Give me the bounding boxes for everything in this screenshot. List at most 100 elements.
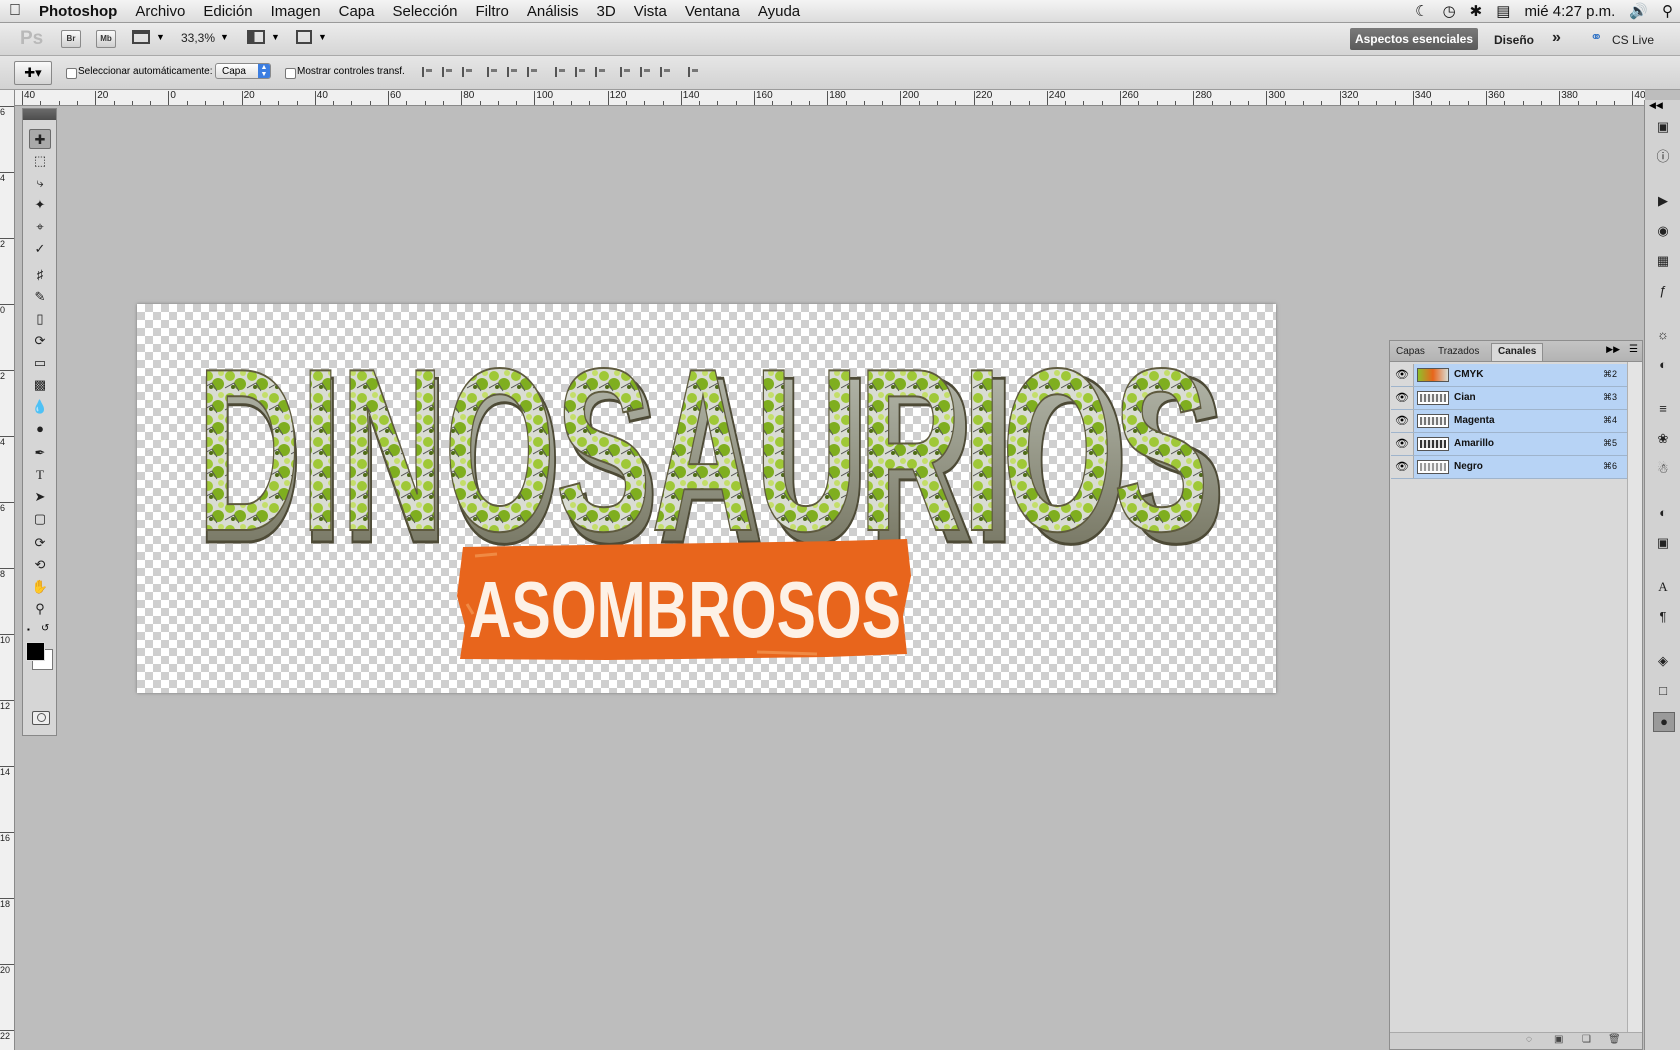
mini-bridge-button[interactable]: Mb	[96, 30, 116, 48]
menu-ayuda[interactable]: Ayuda	[749, 3, 809, 20]
align-left-icon[interactable]	[487, 67, 499, 77]
screen-mode-chevron-down-icon[interactable]: ▼	[318, 32, 327, 42]
channel-row-cmyk[interactable]: 👁 CMYK ⌘2	[1391, 364, 1627, 387]
tab-capas[interactable]: Capas	[1390, 344, 1431, 361]
new-channel-icon[interactable]: ❏	[1582, 1034, 1591, 1045]
zoom-tool-icon[interactable]: ⚲	[29, 599, 51, 619]
channel-row-negro[interactable]: 👁 Negro ⌘6	[1391, 456, 1627, 479]
menu-vista[interactable]: Vista	[625, 3, 676, 20]
path-selection-tool-icon[interactable]: ➤	[29, 487, 51, 507]
default-colors-icon[interactable]: ▪	[27, 625, 30, 634]
panel-menu-icon[interactable]: ☰	[1629, 344, 1638, 355]
panel-expand-icon[interactable]: ▶▶	[1606, 344, 1620, 355]
bluetooth-icon[interactable]: ✱	[1463, 2, 1490, 20]
visibility-eye-icon[interactable]: 👁	[1391, 410, 1414, 432]
visibility-eye-icon[interactable]: 👁	[1391, 433, 1414, 455]
distribute-top-icon[interactable]	[555, 67, 567, 77]
collapse-dock-icon[interactable]: ◀◀	[1649, 100, 1663, 111]
distribute-right-icon[interactable]	[660, 67, 672, 77]
tools-panel-header[interactable]	[23, 109, 56, 120]
menu-seleccion[interactable]: Selección	[383, 3, 466, 20]
character-icon[interactable]: A	[1653, 578, 1673, 596]
distribute-vcenter-icon[interactable]	[575, 67, 587, 77]
eyedropper-tool-icon[interactable]: ✓	[29, 239, 51, 259]
channel-row-amarillo[interactable]: 👁 Amarillo ⌘5	[1391, 433, 1627, 456]
quick-mask-icon[interactable]	[32, 711, 50, 725]
workspace-design-button[interactable]: Diseño	[1494, 33, 1534, 47]
menu-archivo[interactable]: Archivo	[126, 3, 194, 20]
lasso-tool-icon[interactable]: ⤷	[29, 173, 51, 193]
visibility-eye-icon[interactable]: 👁	[1391, 364, 1414, 386]
spotlight-search-icon[interactable]: ⚲	[1655, 2, 1680, 20]
3d-icon[interactable]: ▣	[1653, 534, 1673, 552]
screen-mode-icon[interactable]	[296, 30, 312, 44]
distribute-left-icon[interactable]	[620, 67, 632, 77]
visibility-eye-icon[interactable]: 👁	[1391, 387, 1414, 409]
animation-icon[interactable]: ▶	[1653, 192, 1673, 210]
dodge-tool-icon[interactable]: ●	[29, 419, 51, 439]
clone-stamp-tool-icon[interactable]: ▯	[29, 309, 51, 329]
align-right-icon[interactable]	[527, 67, 539, 77]
distribute-bottom-icon[interactable]	[595, 67, 607, 77]
more-workspaces-icon[interactable]: »	[1552, 29, 1561, 47]
align-vcenter-icon[interactable]	[442, 67, 454, 77]
cs-live-button[interactable]: CS Live	[1612, 33, 1654, 47]
clone-source-icon[interactable]: ☃	[1653, 460, 1673, 478]
menu-ventana[interactable]: Ventana	[676, 3, 749, 20]
load-channel-selection-icon[interactable]: ◌	[1526, 1034, 1532, 1045]
moon-icon[interactable]: ☾	[1408, 2, 1435, 20]
zoom-level[interactable]: 33,3%	[181, 31, 215, 45]
vertical-ruler[interactable]: 6 4 2 0 2 4 6 8 10 12 14 16 18 20 22	[0, 90, 15, 1050]
brushes-icon[interactable]: ❀	[1653, 430, 1673, 448]
brush-preset-icon[interactable]: ≡	[1653, 400, 1673, 418]
channels-icon[interactable]: ●	[1653, 712, 1675, 732]
3d-rotate-tool-icon[interactable]: ⟳	[29, 533, 51, 553]
color-icon[interactable]: ◉	[1653, 222, 1673, 240]
marquee-tool-icon[interactable]: ⬚	[29, 151, 51, 171]
channel-row-cian[interactable]: 👁 Cian ⌘3	[1391, 387, 1627, 410]
blur-tool-icon[interactable]: 💧	[29, 397, 51, 417]
tool-preset-picker[interactable]: ✚▾	[14, 61, 52, 85]
delete-channel-icon[interactable]: 🗑	[1608, 1034, 1621, 1045]
swatches-icon[interactable]: ▦	[1653, 252, 1673, 270]
auto-select-dropdown[interactable]: Capa ▲ ▼	[215, 63, 271, 79]
type-tool-icon[interactable]: T	[29, 465, 51, 485]
move-tool-icon[interactable]: ✚	[29, 129, 51, 149]
3d-orbit-tool-icon[interactable]: ⟲	[29, 555, 51, 575]
show-transform-checkbox[interactable]	[285, 68, 296, 79]
histogram-icon[interactable]: ▣	[1653, 118, 1673, 136]
zoom-chevron-down-icon[interactable]: ▼	[220, 32, 229, 42]
paths-icon[interactable]: □	[1653, 682, 1673, 700]
apple-icon[interactable]: 	[0, 2, 30, 20]
align-top-icon[interactable]	[422, 67, 434, 77]
view-extras-icon[interactable]	[132, 30, 150, 44]
panel-scrollbar[interactable]	[1627, 362, 1642, 1032]
gradient-tool-icon[interactable]: ▩	[29, 375, 51, 395]
magic-wand-tool-icon[interactable]: ✦	[29, 195, 51, 215]
swap-colors-icon[interactable]: ↺	[41, 623, 49, 634]
visibility-eye-icon[interactable]: 👁	[1391, 456, 1414, 478]
menu-imagen[interactable]: Imagen	[262, 3, 330, 20]
menu-filtro[interactable]: Filtro	[467, 3, 518, 20]
paragraph-icon[interactable]: ¶	[1653, 608, 1673, 626]
pen-tool-icon[interactable]: ✒	[29, 443, 51, 463]
distribute-hcenter-icon[interactable]	[640, 67, 652, 77]
history-brush-tool-icon[interactable]: ⟳	[29, 331, 51, 351]
adjustments-icon[interactable]: ☼	[1653, 326, 1673, 344]
tool-presets-icon[interactable]: ◐	[1653, 504, 1673, 522]
horizontal-ruler[interactable]: 40 20 0 20 40 60 80 100 120 140 160 180 200 220 240 260…	[14, 90, 1645, 106]
clock[interactable]: mié 4:27 p.m.	[1517, 3, 1622, 20]
workspace-essentials-button[interactable]: Aspectos esenciales	[1350, 28, 1478, 50]
hand-tool-icon[interactable]: ✋	[29, 577, 51, 597]
healing-brush-tool-icon[interactable]: ♯	[29, 265, 51, 285]
rectangle-tool-icon[interactable]: ▢	[29, 509, 51, 529]
layers-icon[interactable]: ◈	[1653, 652, 1673, 670]
align-bottom-icon[interactable]	[462, 67, 474, 77]
brush-tool-icon[interactable]: ✎	[29, 287, 51, 307]
menu-analisis[interactable]: Análisis	[518, 3, 588, 20]
align-hcenter-icon[interactable]	[507, 67, 519, 77]
arrange-chevron-down-icon[interactable]: ▼	[271, 32, 280, 42]
tab-canales[interactable]: Canales	[1491, 343, 1544, 361]
auto-align-icon[interactable]	[688, 67, 700, 77]
save-selection-channel-icon[interactable]: ▣	[1554, 1034, 1563, 1045]
